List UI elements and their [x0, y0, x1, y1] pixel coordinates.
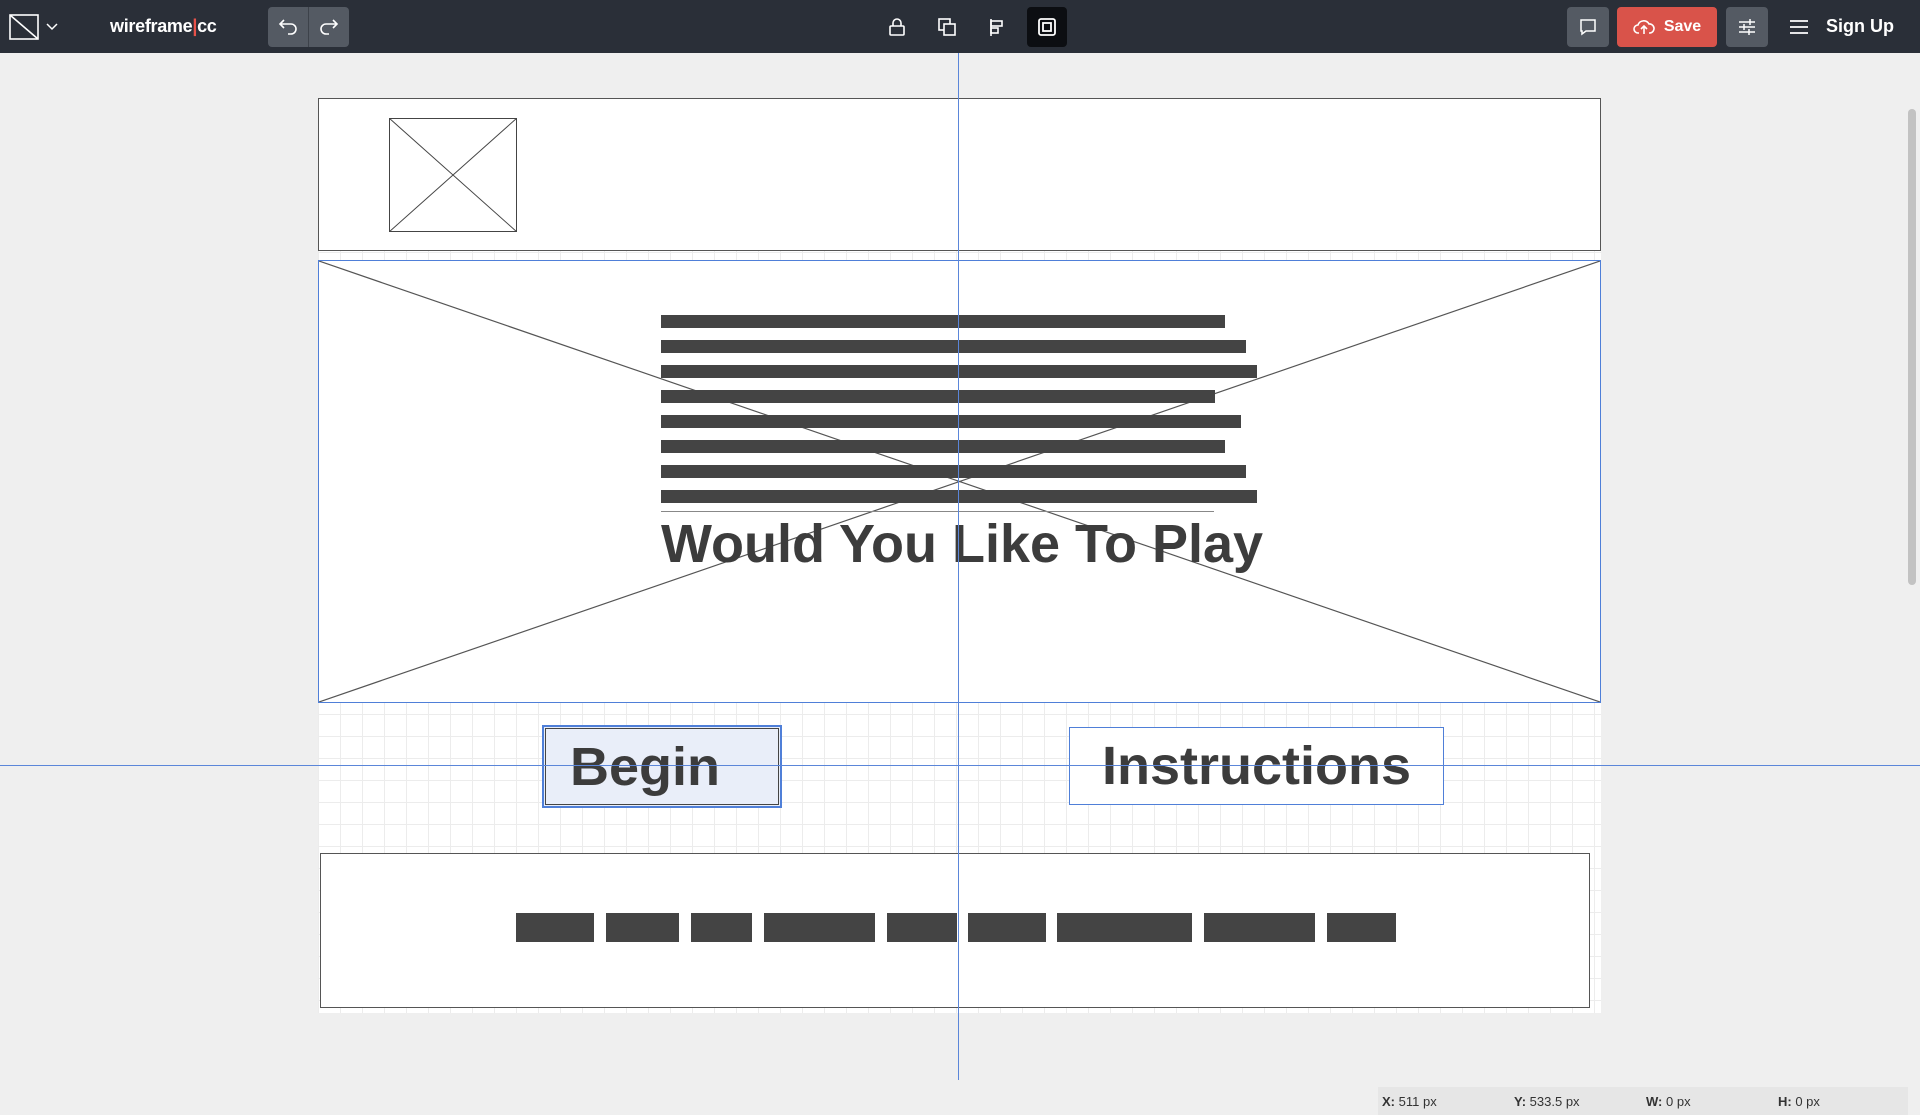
- lock-icon: [889, 18, 905, 36]
- text-line: [661, 440, 1225, 453]
- duplicate-button[interactable]: [927, 7, 967, 47]
- redo-button[interactable]: [308, 7, 349, 47]
- hero-heading[interactable]: Would You Like To Play: [661, 517, 1263, 571]
- nav-link-placeholder[interactable]: [691, 913, 752, 942]
- y-readout: Y: 533.5 px: [1510, 1094, 1642, 1109]
- x-readout: X: 511 px: [1378, 1094, 1510, 1109]
- text-line: [661, 390, 1215, 403]
- text-line: [661, 490, 1257, 503]
- nav-link-placeholder[interactable]: [606, 913, 679, 942]
- instructions-button[interactable]: Instructions: [1069, 727, 1444, 805]
- logo-image-placeholder[interactable]: [389, 118, 517, 232]
- main-menu-button[interactable]: [1784, 12, 1814, 42]
- title-underline: [661, 511, 1214, 512]
- vertical-scrollbar[interactable]: [1908, 109, 1916, 585]
- top-toolbar: wireframe|cc Save Sign Up: [0, 0, 1920, 53]
- comment-icon: [1580, 19, 1596, 36]
- vertical-alignment-guide: [958, 53, 959, 1080]
- text-line: [661, 365, 1257, 378]
- begin-button[interactable]: Begin: [542, 725, 782, 808]
- h-label: H:: [1778, 1093, 1792, 1109]
- paragraph-placeholder[interactable]: [661, 312, 1261, 522]
- nav-link-placeholder[interactable]: [887, 913, 957, 942]
- chevron-down-icon: [46, 23, 58, 31]
- y-value: 533.5 px: [1529, 1093, 1580, 1109]
- y-label: Y:: [1514, 1093, 1527, 1109]
- nav-link-placeholder[interactable]: [968, 913, 1046, 942]
- text-line: [661, 315, 1225, 328]
- text-line: [661, 465, 1246, 478]
- align-icon: [990, 19, 1003, 36]
- undo-button[interactable]: [268, 7, 308, 47]
- text-line: [661, 415, 1241, 428]
- cloud-upload-icon: [1633, 20, 1655, 34]
- text-line: [661, 340, 1246, 353]
- w-label: W:: [1646, 1093, 1663, 1109]
- nav-link-placeholder[interactable]: [516, 913, 594, 942]
- brand-suffix: cc: [197, 16, 217, 36]
- horizontal-alignment-guide: [0, 765, 1920, 766]
- w-readout: W: 0 px: [1642, 1094, 1774, 1109]
- frame-button[interactable]: [1027, 7, 1067, 47]
- save-label: Save: [1663, 18, 1702, 35]
- x-label: X:: [1382, 1093, 1395, 1109]
- align-button[interactable]: [977, 7, 1017, 47]
- nav-link-placeholder[interactable]: [764, 913, 875, 942]
- shape-icon: [9, 14, 39, 40]
- undo-icon: [278, 19, 297, 35]
- redo-icon: [320, 19, 339, 35]
- x-value: 511 px: [1398, 1093, 1437, 1109]
- element-tools: [877, 7, 1067, 47]
- sign-up-link[interactable]: Sign Up: [1826, 16, 1894, 37]
- save-button[interactable]: Save: [1617, 7, 1717, 47]
- h-readout: H: 0 px: [1774, 1094, 1906, 1109]
- w-value: 0 px: [1666, 1093, 1691, 1109]
- editor-canvas[interactable]: Would You Like To Play Begin Instruction…: [0, 53, 1920, 1115]
- nav-link-placeholder[interactable]: [1057, 913, 1192, 942]
- frame-icon: [1038, 18, 1056, 36]
- coordinates-status-bar: X: 511 px Y: 533.5 px W: 0 px H: 0 px: [1378, 1087, 1908, 1115]
- duplicate-icon: [938, 18, 956, 36]
- nav-link-placeholder[interactable]: [1327, 913, 1396, 942]
- sliders-icon: [1739, 19, 1755, 35]
- settings-button[interactable]: [1726, 7, 1768, 47]
- shape-menu-button[interactable]: [8, 10, 68, 44]
- menu-icon: [1790, 20, 1808, 34]
- lock-button[interactable]: [877, 7, 917, 47]
- brand-name: wireframe: [110, 16, 193, 36]
- brand-logo[interactable]: wireframe|cc: [110, 16, 217, 37]
- comment-button[interactable]: [1567, 7, 1609, 47]
- nav-link-placeholder[interactable]: [1204, 913, 1315, 942]
- h-value: 0 px: [1795, 1093, 1820, 1109]
- history-controls: [268, 7, 349, 47]
